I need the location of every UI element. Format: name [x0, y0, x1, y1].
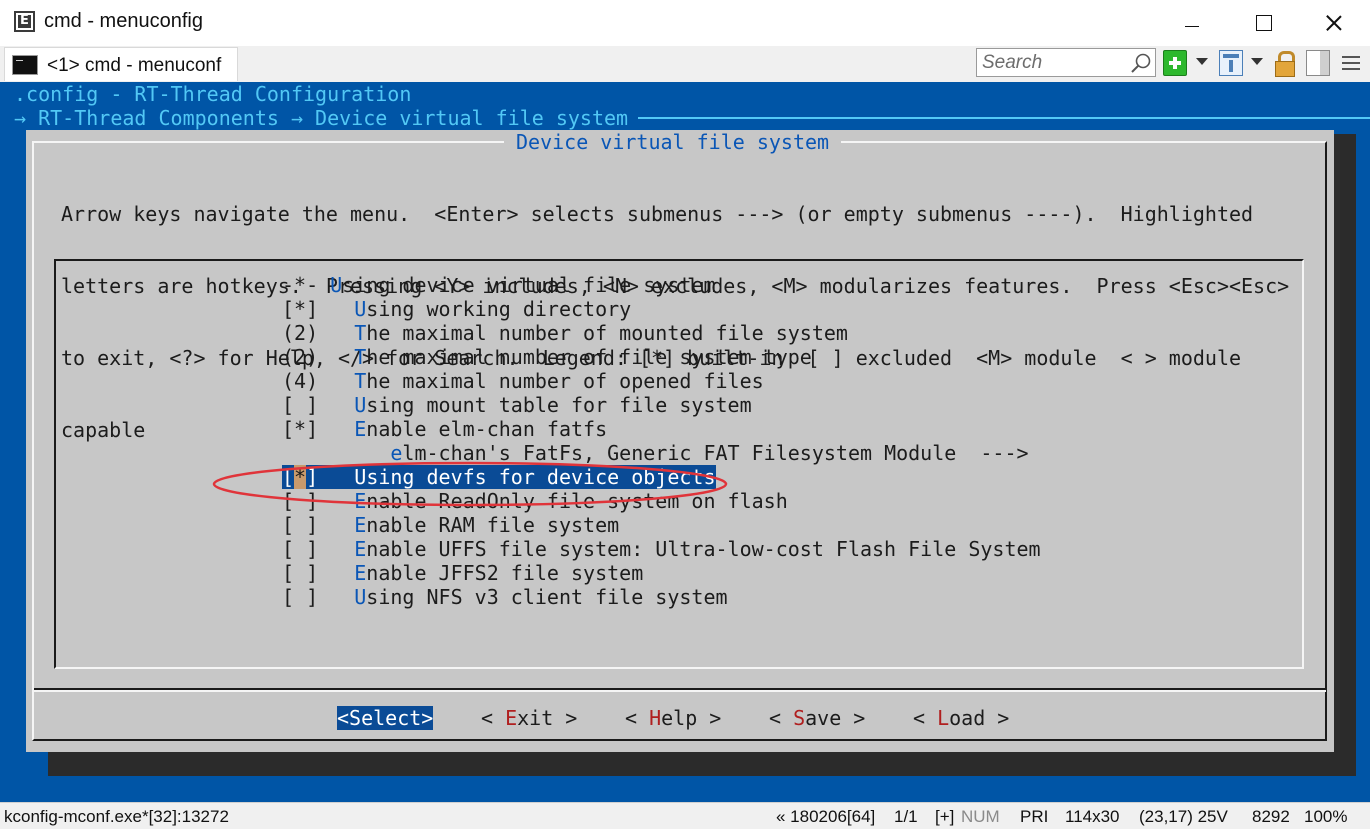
window-title: cmd - menuconfig [44, 10, 203, 32]
menu-item[interactable]: (2) The maximal number of file system ty… [282, 345, 812, 369]
status-num: NUM [961, 807, 1000, 826]
config-title: .config - RT-Thread Configuration [14, 82, 412, 106]
search-input[interactable] [977, 49, 1127, 76]
menu-item[interactable]: (2) The maximal number of mounted file s… [282, 321, 848, 345]
save-button[interactable]: < Save > [769, 706, 865, 730]
breadcrumb-rule [638, 117, 1370, 119]
status-cursor: (23,17) 25V [1139, 807, 1228, 826]
menu-item[interactable]: [ ] Enable UFFS file system: Ultra-low-c… [282, 537, 1041, 561]
load-button[interactable]: < Load > [913, 706, 1009, 730]
dialog-shadow [1332, 134, 1356, 776]
menu-list: -*- Using device virtual file system [*]… [54, 259, 1304, 669]
status-zoom: 100% [1304, 807, 1348, 826]
menu-item[interactable]: (4) The maximal number of opened files [282, 369, 764, 393]
status-bar: kconfig-mconf.exe*[32]:13272 « 180206[64… [0, 802, 1370, 829]
status-mode: [+] [935, 807, 955, 826]
menu-item[interactable]: [ ] Enable RAM file system [282, 513, 619, 537]
console-icon [12, 55, 38, 75]
selected-prefix: [*] [282, 465, 355, 489]
status-size: 114x30 [1065, 807, 1120, 826]
panel-icon[interactable] [1306, 50, 1330, 76]
status-page: 1/1 [894, 807, 918, 826]
app-icon [14, 11, 35, 32]
new-console-icon[interactable] [1163, 50, 1187, 76]
status-session: « 180206[64] [776, 807, 876, 826]
help-button[interactable]: < Help > [625, 706, 721, 730]
maximize-button[interactable] [1240, 4, 1286, 40]
search-box[interactable] [976, 48, 1156, 77]
menu-item[interactable]: [ ] Using NFS v3 client file system [282, 585, 728, 609]
tab-label: <1> cmd - menuconf [47, 55, 222, 76]
menu-item[interactable]: [*] Enable elm-chan fatfs [282, 417, 607, 441]
minimize-button[interactable] [1168, 4, 1214, 40]
dialog-shadow [48, 752, 1356, 776]
status-pri: PRI [1020, 807, 1049, 826]
menu-item[interactable]: [ ] Enable ReadOnly file system on flash [282, 489, 788, 513]
menu-item[interactable]: [ ] Using mount table for file system [282, 393, 752, 417]
search-icon[interactable] [1130, 52, 1152, 74]
status-pid: 8292 [1252, 807, 1290, 826]
dialog-title: Device virtual file system [504, 130, 842, 154]
lock-icon[interactable] [1273, 50, 1297, 77]
menu-icon[interactable] [1340, 50, 1362, 76]
help-line: Arrow keys navigate the menu. <Enter> se… [61, 202, 1254, 226]
status-process: kconfig-mconf.exe*[32]:13272 [4, 807, 229, 826]
console-tab[interactable]: <1> cmd - menuconf [4, 47, 238, 81]
exit-button[interactable]: < Exit > [481, 706, 577, 730]
view-dropdown-icon[interactable] [1251, 58, 1263, 65]
breadcrumb: → RT-Thread Components → Device virtual … [14, 106, 629, 130]
menu-item[interactable]: [ ] Enable JFFS2 file system [282, 561, 643, 585]
view-icon[interactable] [1219, 50, 1243, 76]
menuconfig-dialog: Device virtual file system Arrow keys na… [26, 130, 1334, 752]
new-console-dropdown-icon[interactable] [1196, 58, 1208, 65]
title-bar: cmd - menuconfig [0, 0, 1370, 46]
close-button[interactable] [1311, 4, 1357, 40]
console-area[interactable]: .config - RT-Thread Configuration → RT-T… [0, 82, 1370, 802]
menu-item[interactable]: -*- Using device virtual file system [282, 273, 716, 297]
select-button[interactable]: <Select> [337, 706, 434, 730]
menu-item[interactable]: [*] Using working directory [282, 297, 631, 321]
menu-item-selected[interactable]: [*] Using devfs for device objects [282, 465, 716, 489]
button-divider [34, 690, 1326, 692]
submenu-item[interactable]: elm-chan's FatFs, Generic FAT Filesystem… [282, 441, 1028, 465]
